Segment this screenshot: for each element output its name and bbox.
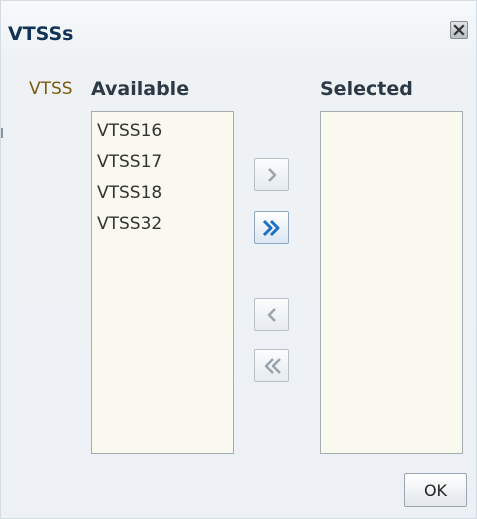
- remove-all-button[interactable]: [254, 349, 289, 382]
- vtss-field-label: VTSS: [29, 79, 73, 99]
- close-x-icon: [453, 24, 465, 36]
- dialog-title: VTSSs: [8, 23, 74, 45]
- available-header: Available: [91, 78, 190, 100]
- list-item[interactable]: VTSS17: [92, 147, 233, 178]
- edge-marker: [1, 128, 3, 138]
- remove-button[interactable]: [254, 298, 289, 331]
- ok-button[interactable]: OK: [404, 473, 467, 507]
- chevron-right-icon: [267, 167, 276, 182]
- list-item[interactable]: VTSS32: [92, 209, 233, 240]
- move-button[interactable]: [254, 158, 289, 191]
- chevron-left-icon: [267, 307, 276, 322]
- vtss-dialog: VTSSs VTSS Available Selected VTSS16 VTSS…: [0, 0, 477, 519]
- move-all-button[interactable]: [254, 211, 289, 244]
- close-button[interactable]: [450, 21, 468, 39]
- selected-list[interactable]: [320, 111, 463, 454]
- selected-header: Selected: [320, 78, 413, 100]
- double-chevron-left-icon: [264, 357, 281, 374]
- double-chevron-right-icon: [262, 219, 279, 236]
- list-item[interactable]: VTSS18: [92, 178, 233, 209]
- available-list[interactable]: VTSS16 VTSS17 VTSS18 VTSS32: [91, 111, 234, 454]
- list-item[interactable]: VTSS16: [92, 116, 233, 147]
